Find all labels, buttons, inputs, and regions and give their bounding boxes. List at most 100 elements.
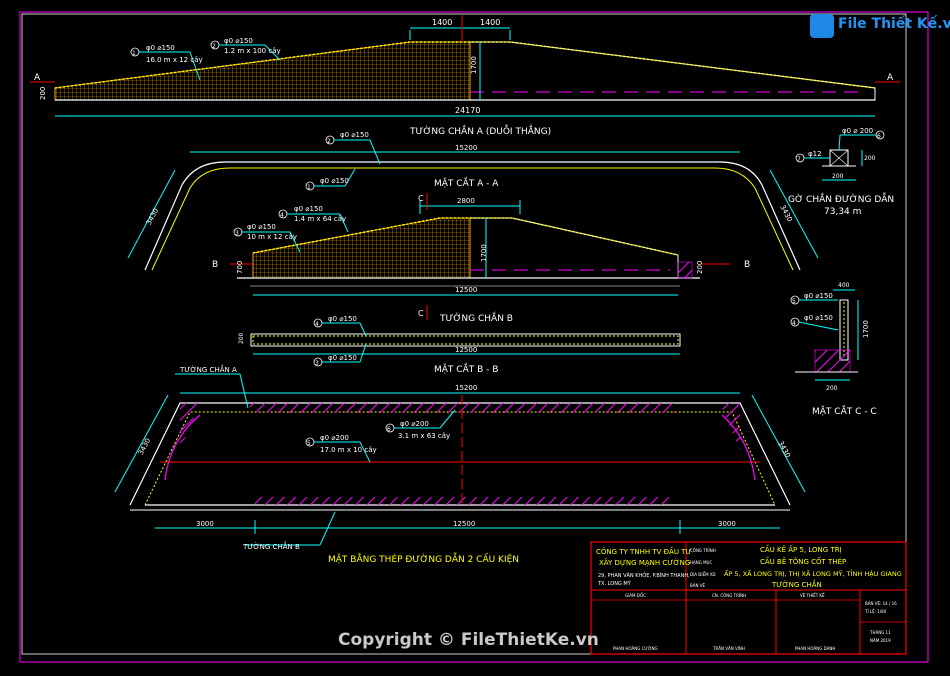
brand-logo-text: File Thiết Kế.vn: [838, 16, 950, 32]
wall-b-dim-2800: 2800: [457, 197, 475, 205]
mid-bar-4-note: 1.4 m x 64 cây: [294, 215, 346, 223]
tb-company-2: XÂY DỰNG MẠNH CƯỜNG: [599, 558, 690, 567]
section-mark-a-right: A: [887, 73, 894, 83]
plan-dim-3000-left: 3000: [196, 520, 214, 528]
tb-chief: CN. CÔNG TRÌNH: [712, 593, 746, 598]
mid-bar-3-note: 10 m x 12 cây: [247, 233, 297, 241]
section-mark-a-left: A: [34, 73, 41, 83]
tb-company: CÔNG TY TNHH TV ĐẦU TƯ: [596, 546, 691, 556]
curb-num-6: 6: [877, 133, 881, 140]
bar-note-2: 1.2 m x 100 cây: [224, 47, 281, 55]
curb-bar-7: φ12: [808, 150, 822, 158]
dim-200: 200: [39, 87, 47, 100]
plan-label-wall-a: TƯỜNG CHẮN A: [179, 364, 237, 374]
plan-dim-12500: 12500: [453, 520, 475, 528]
curb-num-7: 7: [797, 156, 801, 163]
tb-label-location: ĐỊA ĐIỂM XD: [690, 572, 716, 577]
tb-director-name: PHAN HOÀNG CƯỜNG: [613, 646, 658, 651]
plan-bar-6: φ0 ⌀200: [400, 420, 429, 428]
bb-bar-3: φ0 ⌀150: [328, 354, 357, 362]
aa-dim-3430-right: 3430: [778, 204, 793, 223]
curb-bar-6: φ0 ⌀ 200: [842, 127, 873, 135]
bar-num-1: 1: [132, 50, 136, 57]
plan-num-6: 6: [387, 426, 391, 433]
tb-designer-name: PHAN HOÀNG DANH: [795, 646, 835, 651]
cc-bar-5: φ0 ⌀150: [804, 292, 833, 300]
wall-b-dim-1700: 1700: [480, 244, 488, 262]
curb-title: GỜ CHẮN ĐƯỜNG DẪN: [788, 192, 894, 205]
plan-num-5: 5: [307, 440, 311, 447]
wall-a-elevation: [30, 15, 900, 117]
curb-length: 73,34 m: [824, 207, 861, 217]
bar-label-2: φ0 ⌀150: [224, 37, 253, 45]
dim-1400-left: 1400: [432, 18, 452, 27]
wall-b-mark-c-top: C: [418, 194, 424, 203]
plan-dim-3430-right: 3430: [776, 440, 791, 459]
tb-address: 29, PHAN VĂN KHỎE, P.BÌNH THẠNH,: [598, 571, 690, 579]
plan-dim-3000-right: 3000: [718, 520, 736, 528]
tb-label-item: HẠNG MỤC: [690, 560, 712, 565]
title-wall-b: TƯỜNG CHẮN B: [439, 311, 513, 324]
tb-date: THÁNG 11: [869, 630, 891, 635]
plan-dim-3430-left: 3430: [137, 437, 152, 456]
plan-bar-5: φ0 ⌀200: [320, 434, 349, 442]
tb-label-project: CÔNG TRÌNH: [690, 548, 716, 553]
dim-24170: 24170: [455, 106, 480, 115]
mid-bar-4: φ0 ⌀150: [294, 205, 323, 213]
title-section-cc: MẶT CẮT C - C: [812, 404, 877, 417]
bb-num-3: 3: [315, 360, 319, 367]
dim-1700: 1700: [470, 56, 478, 74]
tb-location: ẤP 5, XÃ LONG TRỊ, THỊ XÃ LONG MỸ, TỈNH …: [724, 568, 902, 578]
cc-bar-4: φ0 ⌀150: [804, 314, 833, 322]
tb-sheet: BẢN VẼ: 14 / 16: [865, 601, 897, 606]
curb-dim-200a: 200: [832, 173, 844, 180]
wall-b-dim-12500: 12500: [455, 286, 477, 294]
tb-label-drawing: BẢN VẼ: [690, 583, 705, 588]
section-mark-b-right: B: [744, 260, 750, 270]
tb-item: CẦU BÊ TÔNG CỐT THÉP: [760, 556, 846, 566]
bb-dim-12500: 12500: [455, 346, 477, 354]
wall-b-dim-700: 700: [236, 261, 244, 274]
bar-note-1: 16.0 m x 12 cây: [146, 56, 203, 64]
bar-label-1: φ0 ⌀150: [146, 44, 175, 52]
tb-drawing: TƯỜNG CHẮN: [771, 579, 822, 589]
title-wall-a: TƯỜNG CHẮN A (DUỖI THẲNG): [409, 124, 551, 137]
title-section-bb: MẶT CẮT B - B: [434, 362, 498, 375]
cc-dim-200: 200: [826, 385, 838, 392]
tb-project: CẦU KÊ ẤP 5, LONG TRỊ: [760, 544, 842, 554]
copyright-watermark: Copyright © FileThietKe.vn: [338, 630, 599, 650]
tb-year: NĂM 2019: [870, 638, 891, 643]
tb-scale: TỈ LỆ: 1/80: [864, 609, 887, 614]
cc-num-5: 5: [792, 298, 796, 305]
cc-num-4: 4: [792, 320, 796, 327]
tb-director: GIÁM ĐỐC: [625, 593, 646, 598]
bar-num-2: 2: [212, 43, 216, 50]
cad-drawing-sheet: 1400 1400 1700 200 24170 A A 1 2 φ0 ⌀150…: [19, 11, 929, 663]
bb-num-4: 4: [315, 321, 319, 328]
mid-num-4: 4: [280, 212, 284, 219]
section-mark-b-left: B: [212, 260, 218, 270]
section-cc-drawing: [790, 289, 859, 381]
brand-logo-icon: [810, 14, 834, 38]
tb-address-2: TX. LONG MỸ: [597, 580, 632, 587]
brand-logo: File Thiết Kế.vn: [810, 14, 950, 44]
aa-num-1: 1: [307, 184, 311, 191]
title-plan: MẶT BẰNG THÉP ĐƯỜNG DẪN 2 CẤU KIỆN: [328, 552, 519, 565]
cc-dim-400: 400: [838, 282, 850, 289]
mid-bar-3: φ0 ⌀150: [247, 223, 276, 231]
tb-designer: VẼ THIẾT KẾ: [800, 592, 825, 598]
wall-b-dim-200: 200: [696, 261, 704, 274]
plan-bar-6-note: 3.1 m x 63 cây: [398, 432, 450, 440]
plan-dim-15200: 15200: [455, 384, 477, 392]
aa-num-2: 2: [327, 138, 331, 145]
plan-label-wall-b: TƯỜNG CHẮN B: [242, 541, 300, 551]
aa-dim-3430-left: 3430: [145, 207, 160, 226]
tb-chief-name: TRẦN VĂN VINH: [712, 646, 745, 651]
cc-dim-1700: 1700: [862, 320, 870, 338]
dim-1400-right: 1400: [480, 18, 500, 27]
title-section-aa: MẶT CẮT A - A: [434, 176, 499, 189]
bb-bar-4: φ0 ⌀150: [328, 315, 357, 323]
plan-bar-5-note: 17.0 m x 10 cây: [320, 446, 377, 454]
mid-num-3: 3: [235, 230, 239, 237]
bb-dim-200: 200: [238, 332, 245, 344]
